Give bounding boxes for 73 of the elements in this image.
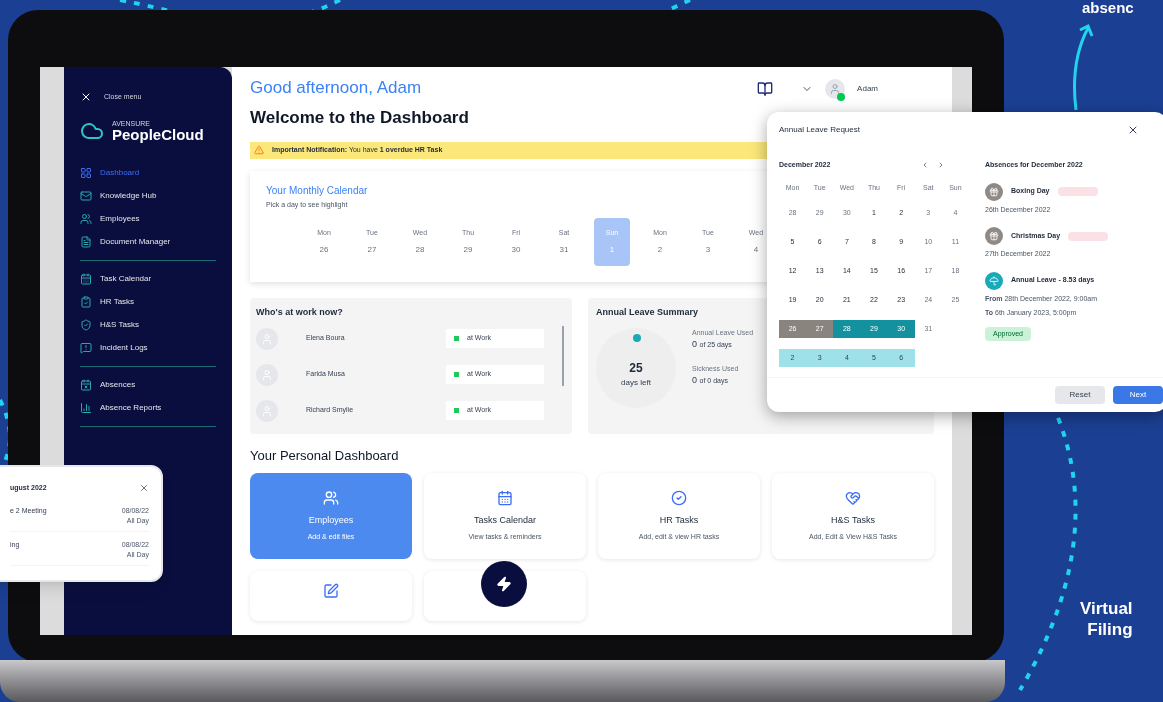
- dialog-button[interactable]: Next: [1113, 386, 1163, 404]
- tile-title: Tasks Calendar: [474, 514, 536, 527]
- previous-month-icon[interactable]: [921, 161, 929, 170]
- date-label: 3: [705, 244, 711, 257]
- dialog-title: Annual Leave Request: [779, 124, 860, 136]
- date-label: 29: [463, 244, 473, 257]
- holiday-tag: [1068, 231, 1109, 241]
- days-left-caption: days left: [621, 376, 651, 389]
- holiday-tag: [1057, 187, 1098, 196]
- tile-icon: [845, 490, 861, 506]
- card-title: Who's at work now?: [256, 306, 344, 319]
- product-name: PeopleCloud: [112, 127, 204, 142]
- gauge-marker: [633, 333, 641, 342]
- date-label: 27: [367, 244, 377, 257]
- section-title: Your Personal Dashboard: [250, 446, 400, 465]
- page-title: Welcome to the Dashboard: [250, 106, 469, 129]
- promo-caption: Virtual: [1080, 598, 1133, 620]
- sidebar-item[interactable]: Incident Logs: [80, 342, 216, 354]
- menu-icon: [80, 190, 92, 202]
- user-icon: [261, 404, 273, 417]
- menu-icon: [80, 379, 92, 391]
- book-icon[interactable]: [757, 81, 774, 97]
- menu-icon: [80, 342, 92, 354]
- days-left-number: 25: [629, 359, 643, 377]
- date-label: 26: [319, 244, 329, 257]
- sidebar-item[interactable]: H&S Tasks: [80, 319, 216, 331]
- close-icon[interactable]: [1127, 124, 1139, 136]
- avatar[interactable]: [825, 79, 846, 99]
- calendar-title: Your Monthly Calendar: [266, 183, 368, 198]
- tile-title: H&S Tasks: [831, 514, 875, 527]
- date-label: 28: [415, 244, 425, 257]
- user-name: Adam: [857, 83, 878, 95]
- date-label: 1: [609, 244, 615, 257]
- menu-icon: [80, 402, 92, 414]
- promo-caption: absenc: [1082, 0, 1134, 15]
- card-title: Annual Leave Summary: [596, 306, 700, 319]
- lightning-icon: [496, 576, 512, 592]
- dashboard-tile[interactable]: [250, 571, 412, 621]
- tile-title: Employees: [308, 514, 354, 527]
- date-label: 31: [559, 244, 569, 257]
- tile-icon: [323, 490, 339, 506]
- tile-icon: [323, 583, 339, 599]
- sidebar-item[interactable]: HR Tasks: [80, 296, 216, 308]
- sidebar-item[interactable]: Dashboard: [80, 167, 216, 179]
- menu-icon: [80, 319, 92, 331]
- warning-icon: [254, 145, 264, 156]
- promo-caption: Filing: [1087, 619, 1133, 641]
- close-icon: [80, 91, 92, 103]
- dialog-button[interactable]: Reset: [1055, 386, 1105, 404]
- sidebar-item[interactable]: Task Calendar: [80, 273, 216, 285]
- menu-icon: [80, 213, 92, 225]
- date-label: 30: [511, 244, 521, 257]
- date-label: 2: [657, 244, 663, 257]
- tile-icon: [671, 490, 687, 506]
- scrollbar: [562, 326, 564, 386]
- sidebar-item[interactable]: Absences: [80, 379, 216, 391]
- menu-icon: [80, 236, 92, 248]
- sidebar-item[interactable]: Absence Reports: [80, 402, 216, 414]
- user-icon: [261, 368, 273, 381]
- tile-icon: [497, 490, 513, 506]
- date-label: 4: [753, 244, 759, 257]
- menu-icon: [80, 296, 92, 308]
- sidebar-item[interactable]: Knowledge Hub: [80, 190, 216, 202]
- user-icon: [261, 332, 273, 345]
- sidebar-item[interactable]: Document Manager: [80, 236, 216, 248]
- user-icon: [829, 83, 842, 95]
- menu-icon: [80, 273, 92, 285]
- close-icon[interactable]: [139, 483, 149, 494]
- tile-title: HR Tasks: [659, 514, 699, 527]
- greeting: Good afternoon, Adam: [250, 77, 423, 99]
- sidebar-item[interactable]: Employees: [80, 213, 216, 225]
- next-month-icon[interactable]: [937, 161, 945, 170]
- menu-icon: [80, 167, 92, 179]
